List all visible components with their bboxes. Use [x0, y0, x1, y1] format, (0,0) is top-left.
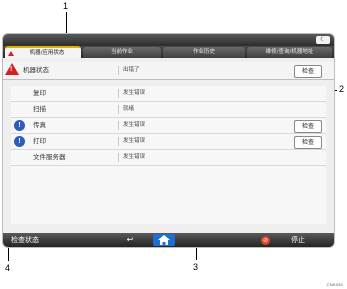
device-screen: ☾ 机器/应用状态 当前作业 作业历史 维修/查询/机器地址 ! 机器状态 出错…: [2, 33, 335, 248]
tab-maintenance-inquiry[interactable]: 维修/查询/机器地址: [247, 47, 332, 58]
divider: [118, 89, 119, 98]
list-item-file-server: 文件服务器 发生错误: [11, 150, 326, 166]
info-icon: !: [14, 136, 25, 147]
home-icon: [158, 235, 170, 245]
back-icon[interactable]: ↩: [123, 235, 137, 245]
machine-status-label: 机器状态: [23, 66, 49, 74]
print-check-button[interactable]: 检查: [294, 136, 322, 149]
row-label: 文件服务器: [33, 153, 66, 161]
row-value: 发生错误: [123, 90, 146, 96]
row-label: 传真: [33, 121, 46, 129]
tab-current-jobs[interactable]: 当前作业: [83, 47, 161, 58]
stop-icon[interactable]: ⊘: [261, 236, 270, 245]
warning-icon: [8, 51, 14, 56]
fax-check-button[interactable]: 检查: [294, 120, 322, 133]
row-label: 复印: [33, 89, 46, 97]
row-label: 扫描: [33, 105, 46, 113]
tab-label: 维修/查询/机器地址: [265, 49, 314, 55]
divider: [118, 121, 119, 130]
message-area: [11, 166, 326, 224]
stop-button-label[interactable]: 停止: [291, 233, 305, 247]
bottom-bar: 检查状态 ↩ ⊘ 停止: [3, 233, 334, 247]
list-item-print: ! 打印 发生错误 检查: [11, 134, 326, 150]
divider: [118, 137, 119, 146]
machine-status-check-button[interactable]: 检查: [294, 65, 322, 78]
divider: [118, 66, 119, 75]
tab-job-history[interactable]: 作业历史: [163, 47, 245, 58]
callout-4: 4: [5, 263, 11, 273]
row-value: 就绪: [123, 106, 135, 112]
warning-exclamation: !: [10, 66, 13, 73]
tab-label: 机器/应用状态: [29, 50, 65, 56]
row-value: 发生错误: [123, 122, 146, 128]
divider: [118, 153, 119, 162]
list-item-scan: 扫描 就绪: [11, 102, 326, 118]
check-status-button[interactable]: 检查状态: [11, 233, 39, 247]
callout-2: 2: [339, 84, 345, 94]
list-item-copy: 复印 发生错误: [11, 86, 326, 102]
callout-3: 3: [193, 262, 199, 272]
machine-status-row: ! 机器状态 出错了 检查: [3, 62, 334, 80]
home-button[interactable]: [153, 234, 175, 246]
row-value: 发生错误: [123, 154, 146, 160]
row-value: 发生错误: [123, 138, 146, 144]
machine-status-value: 出错了: [123, 67, 140, 73]
row-label: 打印: [33, 137, 46, 145]
screen-toggle-icon[interactable]: ☾: [316, 36, 330, 44]
info-icon: !: [14, 120, 25, 131]
list-item-fax: ! 传真 发生错误 检查: [11, 118, 326, 134]
status-panel: ! 机器状态 出错了 检查 复印 发生错误 扫描 就绪 ! 传真 发生错误 检查…: [3, 58, 334, 233]
tab-label: 作业历史: [192, 49, 215, 55]
divider: [118, 105, 119, 114]
figure-code: CNK030: [326, 282, 343, 287]
callout-1: 1: [63, 1, 69, 11]
tab-bar: 机器/应用状态 当前作业 作业历史 维修/查询/机器地址: [3, 46, 334, 60]
top-bar: ☾: [3, 34, 334, 46]
tab-label: 当前作业: [110, 49, 133, 55]
